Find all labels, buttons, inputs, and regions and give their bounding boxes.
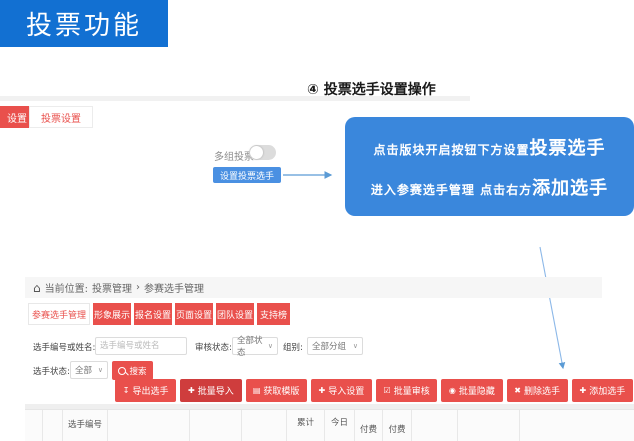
download-icon: ↧ xyxy=(123,387,130,395)
arrow-to-add-player xyxy=(540,247,563,368)
tab-page-settings[interactable]: 页面设置 xyxy=(175,303,213,325)
batch-import-button[interactable]: ✚ 批量导入 xyxy=(180,379,241,402)
tab-player-management[interactable]: 参赛选手管理 xyxy=(28,303,90,325)
group-label: 组别: xyxy=(283,341,303,353)
col-player-id: 选手编号 xyxy=(63,410,108,441)
tab-vote-settings[interactable]: 投票设置 xyxy=(29,106,93,128)
player-name-input[interactable] xyxy=(95,337,187,355)
export-players-button[interactable]: ↧ 导出选手 xyxy=(115,379,176,402)
multi-group-vote-label: 多组投票 xyxy=(214,148,254,163)
delete-players-label: 删除选手 xyxy=(524,384,560,397)
get-template-label: 获取模版 xyxy=(263,384,299,397)
col-player-id-label: 选手编号 xyxy=(68,418,102,441)
plus-icon: ✚ xyxy=(580,387,587,395)
search-button[interactable]: 搜索 xyxy=(112,361,153,380)
delete-players-button[interactable]: ✖ 删除选手 xyxy=(507,379,568,402)
banner-title: 投票功能 xyxy=(26,5,142,42)
bulk-action-toolbar: ↧ 导出选手 ✚ 批量导入 ▤ 获取模版 ✚ 导入设置 ☑ 批量审核 ◉ 批量隐… xyxy=(115,379,633,402)
batch-hide-button[interactable]: ◉ 批量隐藏 xyxy=(441,379,502,402)
col-extra-4 xyxy=(458,410,520,441)
instruction-callout: 点击版块开启按钮下方设置 投票选手 进入参赛选手管理 点击右方 添加选手 xyxy=(345,117,634,216)
search-icon xyxy=(118,367,126,375)
group-value: 全部分组 xyxy=(312,340,346,352)
col-player-info xyxy=(108,410,190,441)
callout-line-1: 点击版块开启按钮下方设置 投票选手 xyxy=(345,134,634,160)
document-icon: ▤ xyxy=(253,387,261,395)
chevron-down-icon: ∨ xyxy=(268,342,273,350)
col-today-votes: 今日 xyxy=(325,410,355,441)
audit-status-select[interactable]: 全部状态 ∨ xyxy=(232,337,278,355)
add-player-label: 添加选手 xyxy=(589,384,625,397)
multi-group-vote-toggle[interactable] xyxy=(249,145,276,160)
col-paid1-label: 付费 xyxy=(360,423,377,441)
home-icon: ⌂ xyxy=(33,282,41,294)
breadcrumb-current: 参赛选手管理 xyxy=(144,280,204,295)
batch-audit-button[interactable]: ☑ 批量审核 xyxy=(376,379,437,402)
table-header-row: 选手编号 累计 今日 付费 付费 xyxy=(25,409,634,441)
batch-audit-label: 批量审核 xyxy=(394,384,430,397)
tab-team-settings[interactable]: 团队设置 xyxy=(216,303,254,325)
breadcrumb: ⌂ 当前位置: 投票管理 › 参赛选手管理 xyxy=(25,277,602,298)
import-settings-label: 导入设置 xyxy=(328,384,364,397)
eye-icon: ◉ xyxy=(449,387,456,395)
callout-line1-text: 点击版块开启按钮下方设置 xyxy=(373,141,529,158)
panel-divider xyxy=(0,96,470,101)
add-player-button[interactable]: ✚ 添加选手 xyxy=(572,379,633,402)
chevron-down-icon: ∨ xyxy=(353,342,358,350)
tab-signup-settings[interactable]: 报名设置 xyxy=(134,303,172,325)
col-extra-3 xyxy=(412,410,458,441)
get-template-button[interactable]: ▤ 获取模版 xyxy=(246,379,307,402)
player-status-select[interactable]: 全部 ∨ xyxy=(70,361,108,379)
callout-line2-text: 进入参赛选手管理 点击右方 xyxy=(371,181,532,198)
checkbox-check-icon: ☑ xyxy=(384,387,391,395)
callout-line2-emphasis: 添加选手 xyxy=(532,174,608,200)
breadcrumb-prefix: 当前位置: xyxy=(45,280,88,295)
audit-status-label: 审核状态: xyxy=(195,341,232,353)
plus-icon: ✚ xyxy=(188,387,195,395)
export-players-label: 导出选手 xyxy=(132,384,168,397)
col-paid-votes: 付费 xyxy=(355,410,383,441)
player-status-label: 选手状态: xyxy=(33,365,70,377)
col-paid2-label: 付费 xyxy=(388,423,405,441)
callout-line-2: 进入参赛选手管理 点击右方 添加选手 xyxy=(345,174,634,200)
col-extra-2 xyxy=(242,410,287,441)
col-index xyxy=(43,410,63,441)
set-vote-players-button[interactable]: 设置投票选手 xyxy=(213,167,281,183)
col-total-votes: 累计 xyxy=(287,410,325,441)
group-select[interactable]: 全部分组 ∨ xyxy=(307,337,363,355)
player-status-value: 全部 xyxy=(75,364,92,376)
col-today-label: 今日 xyxy=(331,416,348,441)
plus-icon: ✚ xyxy=(319,387,326,395)
trash-icon: ✖ xyxy=(514,387,521,395)
tab-support-rank[interactable]: 支持榜 xyxy=(257,303,290,325)
batch-import-label: 批量导入 xyxy=(198,384,234,397)
col-actions xyxy=(520,410,634,441)
col-paid-amount: 付费 xyxy=(383,410,412,441)
col-extra-1 xyxy=(190,410,242,441)
toggle-knob xyxy=(250,146,263,159)
callout-line1-emphasis: 投票选手 xyxy=(530,134,606,160)
audit-status-value: 全部状态 xyxy=(237,334,268,358)
breadcrumb-parent[interactable]: 投票管理 xyxy=(92,280,132,295)
tab-settings-cut[interactable]: 设置 xyxy=(0,106,30,128)
tab-image-display[interactable]: 形象展示 xyxy=(93,303,131,325)
batch-hide-label: 批量隐藏 xyxy=(459,384,495,397)
breadcrumb-separator-icon: › xyxy=(136,282,140,293)
page: 投票功能 ④ 投票选手设置操作 设置 投票设置 多组投票 设置投票选手 点击版块… xyxy=(0,0,634,441)
import-settings-button[interactable]: ✚ 导入设置 xyxy=(311,379,372,402)
search-button-label: 搜索 xyxy=(129,365,146,377)
col-total-label: 累计 xyxy=(297,416,314,441)
feature-banner: 投票功能 xyxy=(0,0,168,47)
col-checkbox xyxy=(25,410,43,441)
chevron-down-icon: ∨ xyxy=(98,366,103,374)
player-name-label: 选手编号或姓名: xyxy=(33,341,95,353)
